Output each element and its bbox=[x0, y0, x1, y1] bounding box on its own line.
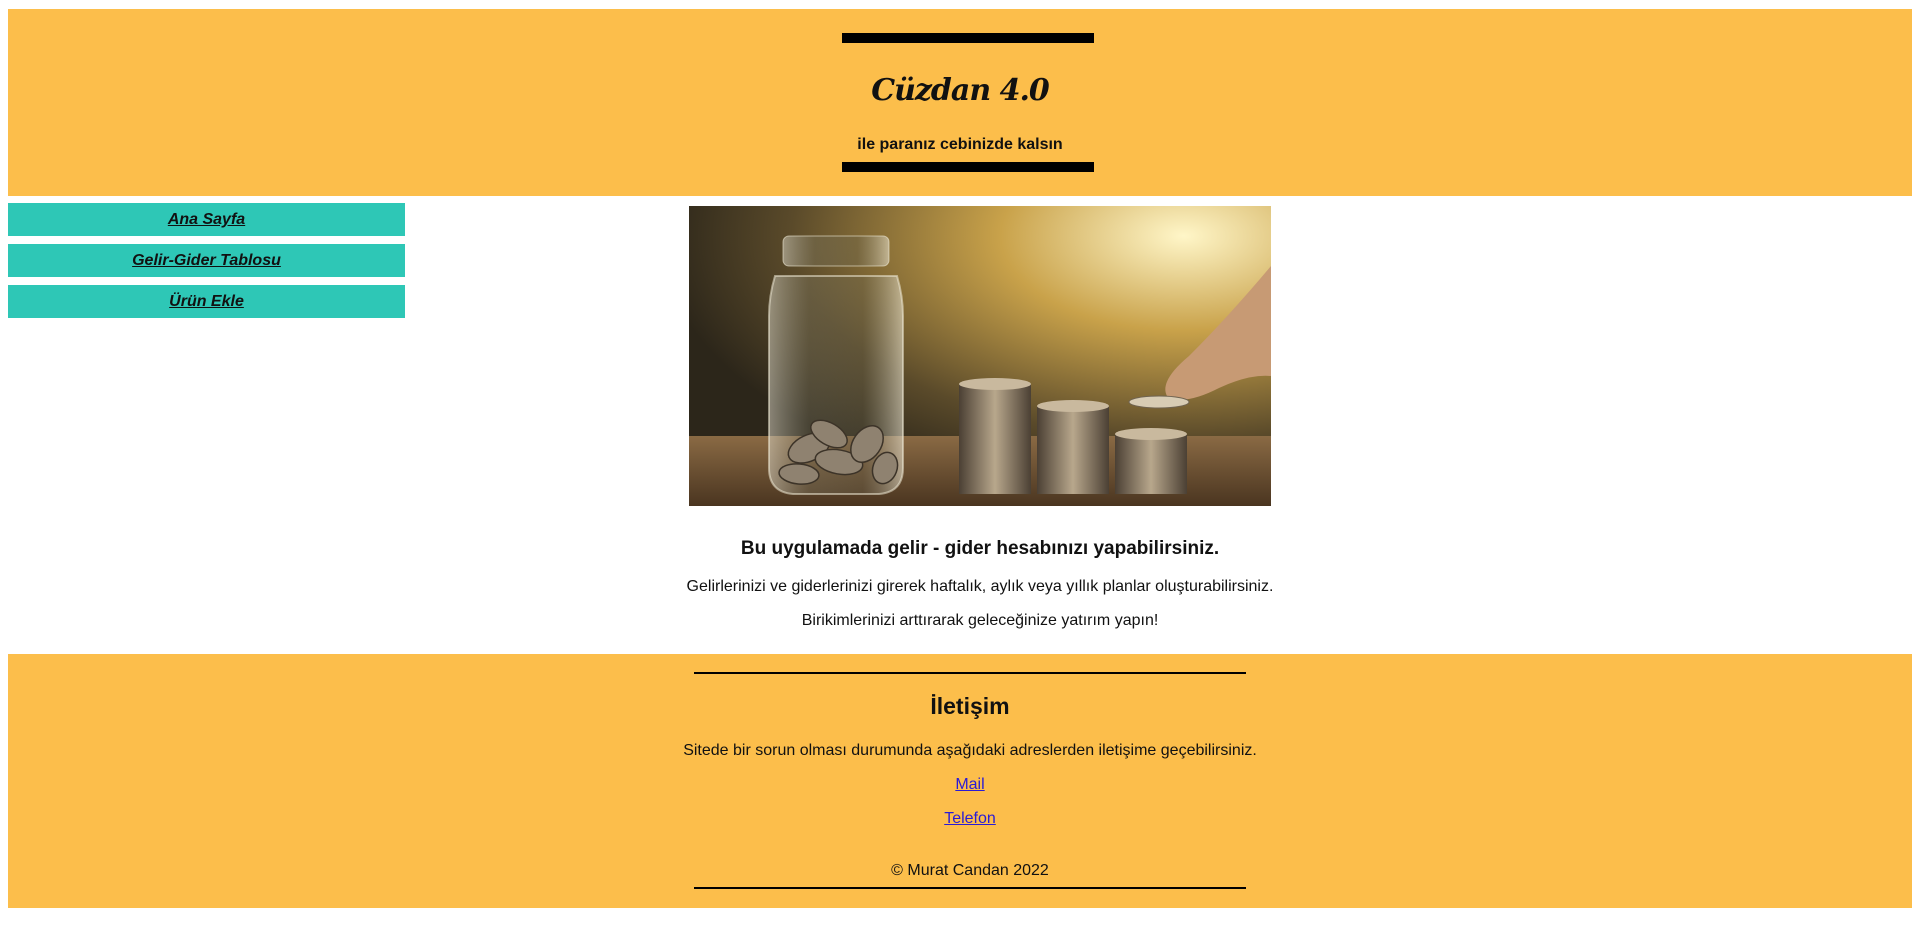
header-top-bar bbox=[842, 33, 1094, 43]
footer-title: İletişim bbox=[930, 693, 1010, 719]
site-tagline: ile paranız cebinizde kalsın bbox=[857, 136, 1063, 153]
main-paragraph-plans: Gelirlerinizi ve giderlerinizi girerek h… bbox=[686, 578, 1274, 595]
main-headline: Bu uygulamada gelir - gider hesabınızı y… bbox=[740, 538, 1220, 559]
mail-link[interactable]: Mail bbox=[955, 776, 984, 793]
site-header: Cüzdan 4.0 ile paranız cebinizde kalsın bbox=[8, 9, 1912, 196]
page: Cüzdan 4.0 ile paranız cebinizde kalsın … bbox=[0, 0, 1920, 944]
site-footer: İletişim Sitede bir sorun olması durumun… bbox=[8, 654, 1912, 908]
nav-item-gelir-gider-tablosu[interactable]: Gelir-Gider Tablosu bbox=[8, 244, 405, 277]
hero-image bbox=[689, 206, 1271, 506]
header-bottom-bar bbox=[842, 162, 1094, 172]
footer-copyright: © Murat Candan 2022 bbox=[891, 862, 1049, 879]
footer-link-row-mail: Mail bbox=[8, 776, 1920, 794]
site-title: Cüzdan 4.0 bbox=[871, 73, 1050, 108]
nav-item-urun-ekle[interactable]: Ürün Ekle bbox=[8, 285, 405, 318]
footer-bottom-rule bbox=[694, 887, 1246, 889]
nav-item-ana-sayfa[interactable]: Ana Sayfa bbox=[8, 203, 405, 236]
footer-top-rule bbox=[694, 672, 1246, 674]
main-paragraph-invest: Birikimlerinizi arttırarak geleceğinize … bbox=[801, 612, 1159, 629]
telefon-link[interactable]: Telefon bbox=[944, 810, 996, 827]
footer-text: Sitede bir sorun olması durumunda aşağıd… bbox=[683, 742, 1257, 759]
footer-link-row-telefon: Telefon bbox=[8, 810, 1920, 828]
